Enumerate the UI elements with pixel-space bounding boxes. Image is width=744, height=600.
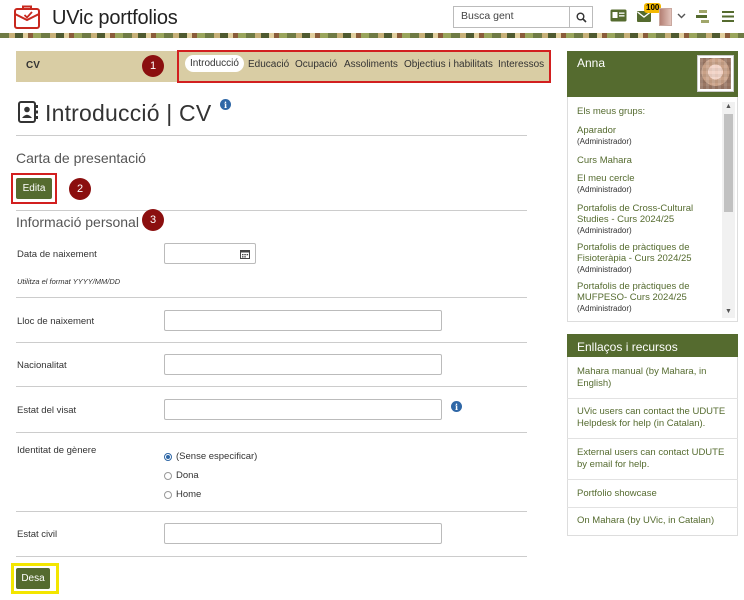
gender-option-dona[interactable]: Dona: [164, 470, 199, 481]
tab-ocupacio[interactable]: Ocupació: [295, 59, 337, 70]
divider: [16, 386, 527, 387]
calendar-icon[interactable]: [240, 249, 250, 259]
id-card-icon[interactable]: [610, 9, 627, 22]
info-icon[interactable]: i: [220, 99, 231, 110]
user-profile-photo[interactable]: [697, 55, 734, 92]
portfolio-logo-icon[interactable]: [14, 5, 40, 29]
link-external-users[interactable]: External users can contact UDUTE by emai…: [577, 447, 729, 471]
divider: [567, 438, 738, 439]
marker-1: 1: [142, 55, 164, 77]
save-button[interactable]: Desa: [16, 568, 50, 589]
divider: [567, 398, 738, 399]
group-item[interactable]: El meu cercle (Administrador): [577, 173, 717, 195]
groups-scrollbar-thumb[interactable]: [724, 114, 733, 212]
group-item[interactable]: Curs Mahara: [577, 155, 717, 166]
marital-status-label: Estat civil: [17, 529, 58, 540]
divider: [16, 432, 527, 433]
group-name[interactable]: Portafolis de pràctiques de Fisioteràpia…: [577, 242, 692, 264]
chevron-down-icon[interactable]: [677, 13, 686, 19]
group-role: (Administrador): [577, 137, 632, 146]
radio[interactable]: [164, 471, 172, 480]
group-item[interactable]: Portafolis de pràctiques de Fisioteràpia…: [577, 242, 717, 275]
scroll-up-icon[interactable]: ▲: [724, 103, 733, 111]
gender-option-unspecified[interactable]: (Sense especificar): [164, 451, 257, 462]
divider: [16, 511, 527, 512]
group-role: (Administrador): [577, 185, 632, 194]
user-avatar[interactable]: [659, 8, 672, 26]
user-name[interactable]: Anna: [577, 56, 605, 70]
divider: [16, 135, 527, 136]
birthplace-label: Lloc de naixement: [17, 316, 95, 327]
nationality-label: Nacionalitat: [17, 360, 67, 371]
tab-assoliments[interactable]: Assoliments: [344, 59, 398, 70]
birthplace-input[interactable]: [164, 310, 442, 331]
radio-selected[interactable]: [164, 452, 172, 461]
floral-banner: [0, 33, 744, 38]
divider: [567, 479, 738, 480]
personal-info-heading: Informació personal: [16, 214, 139, 230]
gender-option-label: Dona: [176, 470, 199, 481]
nationality-input[interactable]: [164, 354, 442, 375]
marker-2: 2: [69, 178, 91, 200]
group-item[interactable]: Portafolis de pràctiques de MUFPESO- Cur…: [577, 281, 717, 314]
link-on-mahara[interactable]: On Mahara (by UVic, in Catalan): [577, 515, 729, 527]
dob-input[interactable]: [164, 243, 256, 264]
group-name[interactable]: El meu cercle: [577, 173, 635, 184]
group-role: (Administrador): [577, 304, 632, 313]
link-udute-helpdesk[interactable]: UVic users can contact the UDUTE Helpdes…: [577, 406, 729, 430]
site-header: UVic portfolios Busca gent 100: [0, 0, 744, 36]
divider: [567, 507, 738, 508]
gender-label: Identitat de gènere: [17, 445, 97, 456]
visa-input[interactable]: [164, 399, 442, 420]
gender-option-label: (Sense especificar): [176, 451, 258, 462]
site-title[interactable]: UVic portfolios: [52, 7, 178, 30]
tab-objectius-habilitats[interactable]: Objectius i habilitats: [404, 59, 493, 70]
group-role: (Administrador): [577, 265, 632, 274]
group-role: (Administrador): [577, 226, 632, 235]
search-input[interactable]: Busca gent: [453, 6, 570, 28]
tab-introduccio[interactable]: Introducció: [185, 55, 244, 72]
cover-letter-heading: Carta de presentació: [16, 150, 146, 166]
search-icon: [576, 12, 587, 23]
contact-book-icon: [18, 101, 38, 123]
divider: [16, 556, 527, 557]
scroll-down-icon[interactable]: ▼: [724, 308, 733, 316]
cv-breadcrumb-label: CV: [26, 60, 40, 71]
gender-option-label: Home: [176, 489, 202, 500]
links-resources-title: Enllaços i recursos: [577, 340, 678, 354]
tab-educacio[interactable]: Educació: [248, 59, 289, 70]
page-title: Introducció | CV: [45, 100, 212, 126]
link-mahara-manual[interactable]: Mahara manual (by Mahara, in English): [577, 366, 729, 390]
search-button[interactable]: [569, 6, 593, 28]
divider: [16, 297, 527, 298]
group-item[interactable]: Portafolis de Cross-Cultural Studies - C…: [577, 203, 717, 236]
my-groups-title: Els meus grups:: [577, 106, 646, 117]
marital-status-input[interactable]: [164, 523, 442, 544]
menu-icon[interactable]: [722, 11, 734, 22]
link-portfolio-showcase[interactable]: Portfolio showcase: [577, 488, 729, 500]
group-name[interactable]: Portafolis de Cross-Cultural Studies - C…: [577, 203, 693, 225]
marker-3: 3: [142, 209, 164, 231]
group-name[interactable]: Aparador: [577, 125, 616, 136]
gender-option-home[interactable]: Home: [164, 489, 201, 500]
dob-hint: Utilitza el format YYYY/MM/DD: [17, 277, 121, 286]
visa-label: Estat del visat: [17, 405, 77, 416]
admin-bars-icon[interactable]: [696, 10, 710, 23]
group-name[interactable]: Curs Mahara: [577, 155, 632, 166]
visa-info-icon[interactable]: i: [451, 401, 462, 412]
group-name[interactable]: Portafolis de pràctiques de MUFPESO- Cur…: [577, 281, 689, 303]
dob-label: Data de naixement: [17, 249, 97, 260]
divider: [16, 210, 527, 211]
edit-button[interactable]: Edita: [16, 178, 52, 199]
tab-interessos[interactable]: Interessos: [498, 59, 544, 70]
group-item[interactable]: Aparador (Administrador): [577, 125, 717, 147]
radio[interactable]: [164, 490, 172, 499]
divider: [16, 342, 527, 343]
